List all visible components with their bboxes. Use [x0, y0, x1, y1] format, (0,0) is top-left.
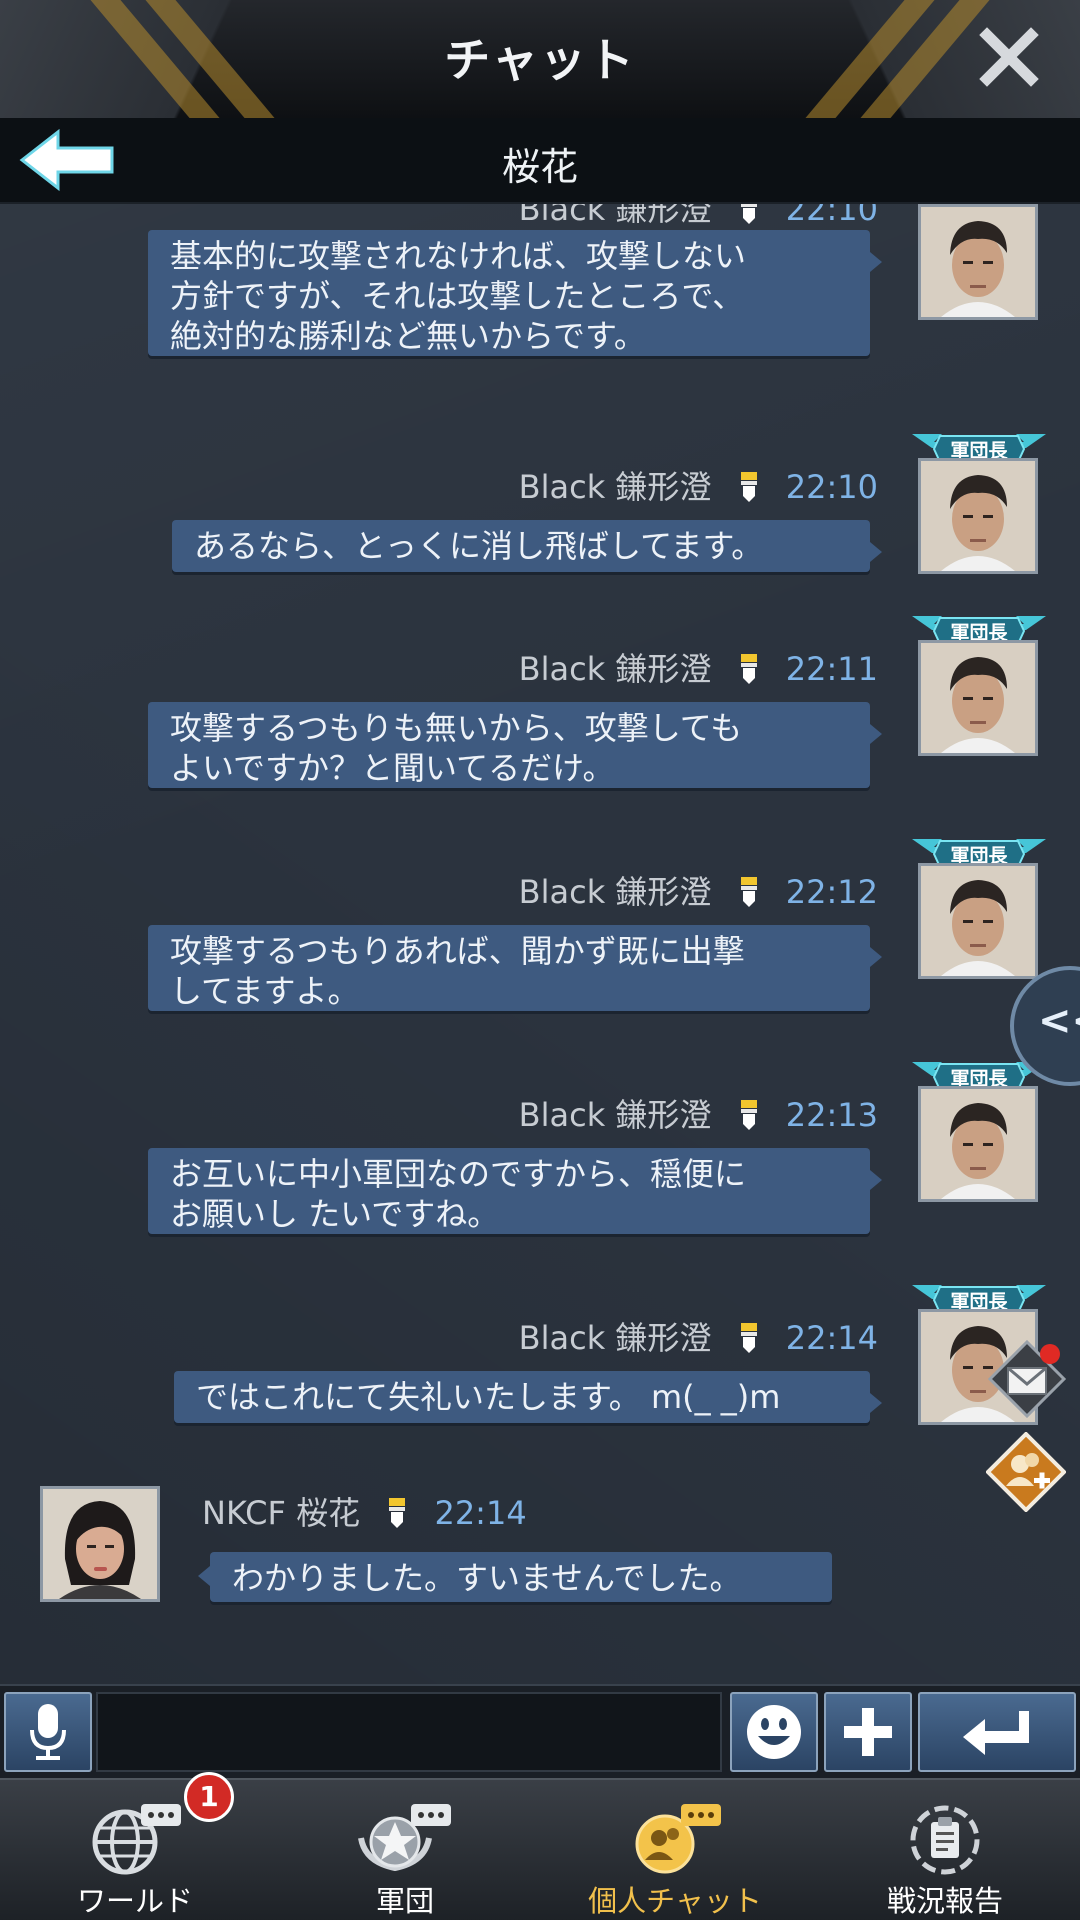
message-bubble[interactable]: 攻撃するつもりあれば、聞かず既に出撃 してますよ。 [148, 925, 882, 1011]
message-meta: Black 鎌形澄 22:13 [519, 1090, 878, 1136]
male-avatar-portrait [921, 643, 1035, 753]
collapse-arrows-icon: << [1038, 998, 1080, 1044]
message-bubble[interactable]: お互いに中小軍団なのですから、穏便に お願いし たいですね。 [148, 1148, 882, 1234]
sender-clan: Black [518, 1096, 606, 1134]
male-avatar-portrait [921, 207, 1035, 317]
title-bar: チャット [0, 0, 1080, 120]
message-bubble[interactable]: わかりました。すいませんでした。 [198, 1552, 832, 1602]
mail-icon [987, 1339, 1067, 1419]
plus-icon [844, 1708, 892, 1756]
world-chat-icon [92, 1804, 181, 1875]
add-friend-icon [985, 1431, 1067, 1513]
sender-name: 鎌形澄 [615, 468, 712, 506]
input-bar [0, 1684, 1080, 1778]
sender-clan: Black [518, 650, 606, 688]
message-time: 22:10 [785, 468, 878, 506]
voice-input-button[interactable] [4, 1692, 92, 1772]
rank-medal-icon [740, 1100, 757, 1130]
message-meta: Black 鎌形澄 22:11 [519, 644, 878, 690]
message-meta: NKCF 桜花 22:14 [202, 1488, 527, 1534]
sender-name: 桜花 [296, 1494, 361, 1532]
sender-clan: NKCF [202, 1494, 286, 1532]
emoji-icon [747, 1705, 801, 1759]
private-chat-icon [635, 1804, 721, 1874]
message-time: 22:13 [785, 1096, 878, 1134]
sender-clan: Black [518, 204, 606, 228]
sender-name: 鎌形澄 [615, 1096, 712, 1134]
sender-avatar[interactable] [918, 204, 1038, 320]
sender-avatar[interactable] [918, 640, 1038, 756]
message-time: 22:11 [785, 650, 878, 688]
message-bubble[interactable]: 攻撃するつもりも無いから、攻撃しても よいですか？と聞いてるだけ。 [148, 702, 882, 788]
message-meta: Black 鎌形澄 22:10 [519, 204, 878, 230]
message-meta: Black 鎌形澄 22:12 [519, 867, 878, 913]
conversation-header: 桜花 [0, 118, 1080, 204]
male-avatar-portrait [921, 461, 1035, 571]
message-list[interactable]: Black 鎌形澄 22:10 基本的に攻撃されなければ、攻撃しない 方針ですが… [0, 204, 1080, 1684]
close-button[interactable] [974, 22, 1044, 92]
sender-name: 鎌形澄 [615, 1319, 712, 1357]
rank-medal-icon [740, 204, 757, 224]
rank-medal-icon [740, 1323, 757, 1353]
close-icon [979, 27, 1039, 87]
chat-screen: チャット 桜花 Black 鎌形澄 22:10 基本的に攻撃されなければ、攻撃し… [0, 0, 1080, 1920]
conversation-title: 桜花 [501, 145, 578, 189]
tab-world[interactable]: 1 ワールド [0, 1772, 270, 1920]
page-title: チャット [444, 33, 636, 87]
sender-clan: Black [518, 468, 606, 506]
tab-label: 個人チャット [588, 1884, 762, 1918]
bottom-tab-bar: 1 ワールド 軍団 個人チャット 戦況報告 [0, 1772, 1080, 1920]
mail-button[interactable] [987, 1339, 1067, 1419]
attach-button[interactable] [824, 1692, 912, 1772]
message-meta: Black 鎌形澄 22:14 [519, 1313, 878, 1359]
rank-medal-icon [740, 472, 757, 502]
message-time: 22:10 [785, 204, 878, 228]
message-bubble[interactable]: あるなら、とっくに消し飛ばしてます。 [172, 520, 882, 572]
message-bubble[interactable]: ではこれにて失礼いたします。 m(_ _)m [174, 1371, 882, 1423]
rank-medal-icon [389, 1498, 406, 1528]
female-avatar-portrait [43, 1489, 157, 1599]
unread-badge: 1 [184, 1772, 234, 1822]
male-avatar-portrait [921, 866, 1035, 976]
enter-icon [963, 1711, 1029, 1755]
message-input[interactable] [96, 1692, 722, 1772]
microphone-icon [30, 1704, 66, 1760]
add-friend-button[interactable] [985, 1431, 1067, 1513]
tab-private-chat[interactable]: 個人チャット [540, 1780, 810, 1920]
sender-avatar[interactable] [918, 1086, 1038, 1202]
report-clipboard-icon [910, 1805, 980, 1875]
message-time: 22:14 [785, 1319, 878, 1357]
tab-label: 戦況報告 [886, 1884, 1003, 1918]
tab-label: ワールド [76, 1884, 193, 1918]
sender-avatar[interactable] [918, 863, 1038, 979]
male-avatar-portrait [921, 1089, 1035, 1199]
tab-battle-report[interactable]: 戦況報告 [810, 1780, 1080, 1920]
send-button[interactable] [918, 1692, 1076, 1772]
message-bubble[interactable]: 基本的に攻撃されなければ、攻撃しない 方針ですが、それは攻撃したところで、 絶対… [148, 230, 882, 356]
message-time: 22:14 [434, 1494, 527, 1532]
sender-name: 鎌形澄 [615, 204, 712, 228]
rank-medal-icon [740, 877, 757, 907]
sender-avatar[interactable] [918, 458, 1038, 574]
message-time: 22:12 [785, 873, 878, 911]
emoji-button[interactable] [730, 1692, 818, 1772]
rank-medal-icon [740, 654, 757, 684]
tab-legion[interactable]: 軍団 [270, 1780, 540, 1920]
sender-avatar[interactable] [40, 1486, 160, 1602]
sender-name: 鎌形澄 [615, 650, 712, 688]
sender-clan: Black [518, 1319, 606, 1357]
legion-star-icon [358, 1804, 451, 1872]
message-meta: Black 鎌形澄 22:10 [519, 462, 878, 508]
tab-label: 軍団 [375, 1884, 434, 1918]
sender-name: 鎌形澄 [615, 873, 712, 911]
sender-clan: Black [518, 873, 606, 911]
